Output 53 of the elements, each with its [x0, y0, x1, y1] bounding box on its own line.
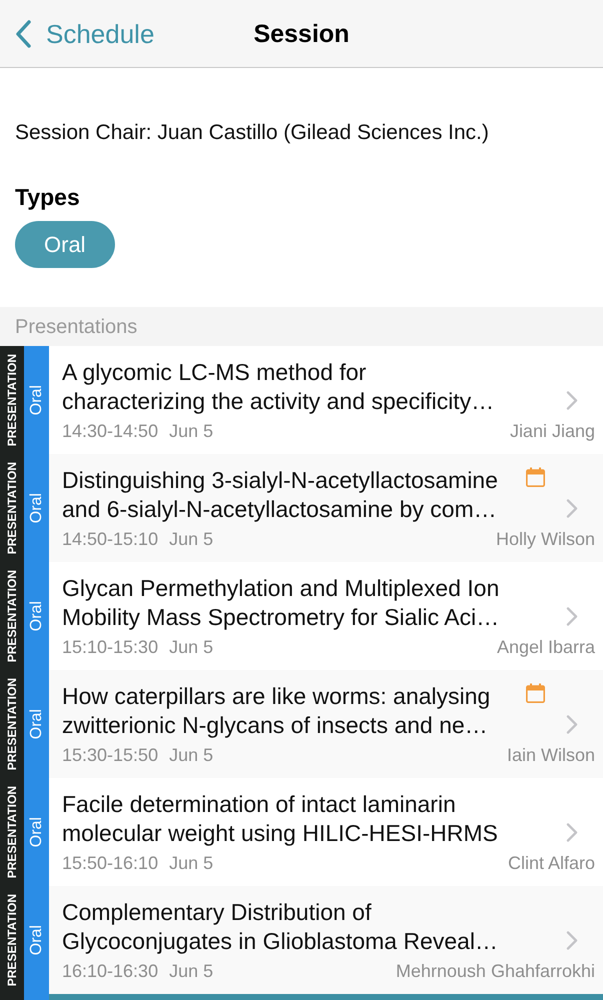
- type-label: Oral: [24, 562, 49, 670]
- category-strip: [0, 994, 24, 1000]
- session-time: 15:30-15:50: [62, 745, 158, 766]
- presentation-title: How caterpillars are like worms: analysing zwitterionic N-glycans of insects and ne…: [62, 682, 492, 740]
- back-icon: [15, 20, 31, 48]
- chevron-icon: [566, 499, 578, 518]
- screen-title: Session: [254, 18, 350, 50]
- presentation-title: Distinguishing 3-sialyl-N-acetyllactosamine and 6-sialyl-N-acetyllactosamine by com…: [62, 466, 499, 524]
- type-label: Oral: [24, 670, 49, 778]
- session-chair: Session Chair: Juan Castillo (Gilead Sciences Inc.): [15, 120, 490, 146]
- session-time: 16:10-16:30: [62, 961, 158, 982]
- speaker-name: Iain Wilson: [506, 745, 595, 766]
- type-label: Oral: [24, 886, 49, 994]
- session-date: Jun 5: [169, 853, 214, 874]
- session-time: 15:10-15:30: [62, 637, 158, 658]
- category-label: PRESENTATION: [0, 886, 24, 994]
- presentation-title: Glycan Permethylation and Multiplexed Ion Mobility Mass Spectrometry for Sialic Aci…: [62, 574, 500, 632]
- category-label: PRESENTATION: [0, 778, 24, 886]
- presentation-row[interactable]: PRESENTATION Oral Distinguishing 3-sialyl-N-acetyllactosamine and 6-sialyl-N-acetyllactosamine by com… 14:50-15:10 Jun 5 Holly Wilson: [0, 454, 603, 562]
- presentation-title: Complementary Distribution of Glycoconjugates in Glioblastoma Reveal…: [62, 898, 499, 956]
- type-strip: [24, 994, 49, 1000]
- category-label: PRESENTATION: [0, 670, 24, 778]
- presentation-row[interactable]: PRESENTATION Oral Complementary Distribution of Glycoconjugates in Glioblastoma Reveal… 16:10-16:30 Jun 5 Mehrnoush Ghahfarrokhi: [0, 886, 603, 994]
- speaker-name: Holly Wilson: [496, 529, 595, 550]
- type-label: Oral: [24, 454, 49, 562]
- section-title: Presentations: [15, 314, 138, 340]
- presentation-title: A glycomic LC-MS method for characterizing the activity and specificity…: [62, 358, 496, 416]
- chevron-icon: [566, 715, 578, 734]
- session-time: 14:50-15:10: [62, 529, 158, 550]
- category-label: PRESENTATION: [0, 346, 24, 454]
- session-date: Jun 5: [169, 745, 214, 766]
- chevron-icon: [566, 607, 578, 626]
- category-label: PRESENTATION: [0, 454, 24, 562]
- category-label: PRESENTATION: [0, 562, 24, 670]
- type-tag: Oral: [15, 221, 115, 268]
- speaker-name: Angel Ibarra: [496, 637, 595, 658]
- session-date: Jun 5: [169, 529, 214, 550]
- session-time: 15:50-16:10: [62, 853, 158, 874]
- speaker-name: Jiani Jiang: [510, 421, 595, 442]
- chevron-icon: [566, 823, 578, 842]
- session-date: Jun 5: [169, 421, 214, 442]
- type-label: Oral: [24, 778, 49, 886]
- presentation-title: Facile determination of intact laminarin molecular weight using HILIC-HESI-HRMS: [62, 790, 499, 848]
- speaker-name: Clint Alfaro: [508, 853, 595, 874]
- speaker-name: Mehrnoush Ghahfarrokhi: [396, 961, 595, 982]
- chevron-icon: [566, 391, 578, 410]
- session-date: Jun 5: [169, 637, 214, 658]
- type-label: Oral: [24, 346, 49, 454]
- chevron-icon: [566, 931, 578, 950]
- section-heading: Types: [15, 183, 81, 212]
- presentation-row[interactable]: PRESENTATION Oral How caterpillars are like worms: analysing zwitterionic N-glycans of insects and ne… 15:30-15:50 Jun 5 Iain Wilson: [0, 670, 603, 778]
- session-time: 14:30-14:50: [62, 421, 158, 442]
- session-date: Jun 5: [169, 961, 214, 982]
